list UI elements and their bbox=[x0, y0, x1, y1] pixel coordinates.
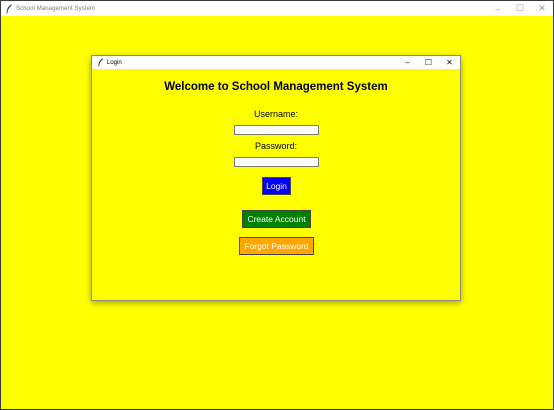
feather-icon bbox=[4, 4, 14, 14]
create-account-button[interactable]: Create Account bbox=[242, 210, 311, 228]
username-input[interactable] bbox=[234, 125, 319, 135]
login-minimize-button[interactable]: – bbox=[397, 56, 418, 69]
login-window-controls: – ☐ ✕ bbox=[397, 56, 460, 69]
password-input[interactable] bbox=[234, 157, 319, 167]
login-window: Login – ☐ ✕ Welcome to School Management… bbox=[91, 55, 461, 301]
username-label: Username: bbox=[253, 109, 298, 119]
login-maximize-button[interactable]: ☐ bbox=[418, 56, 439, 69]
login-close-button[interactable]: ✕ bbox=[439, 56, 460, 69]
forgot-password-button[interactable]: Forgot Password bbox=[239, 237, 314, 255]
main-window: School Management System – ☐ ✕ Login – ☐… bbox=[0, 0, 554, 410]
welcome-heading: Welcome to School Management System bbox=[164, 81, 388, 93]
main-titlebar[interactable]: School Management System – ☐ ✕ bbox=[1, 1, 553, 16]
login-window-title: Login bbox=[107, 59, 122, 66]
minimize-button[interactable]: – bbox=[487, 1, 509, 16]
maximize-button[interactable]: ☐ bbox=[509, 1, 531, 16]
main-window-title: School Management System bbox=[16, 5, 96, 12]
login-body: Welcome to School Management System User… bbox=[92, 69, 460, 300]
login-button[interactable]: Login bbox=[262, 177, 291, 195]
main-window-controls: – ☐ ✕ bbox=[487, 1, 553, 16]
password-label: Password: bbox=[254, 141, 298, 151]
feather-icon bbox=[96, 58, 105, 67]
close-button[interactable]: ✕ bbox=[531, 1, 553, 16]
login-titlebar[interactable]: Login – ☐ ✕ bbox=[92, 56, 460, 69]
